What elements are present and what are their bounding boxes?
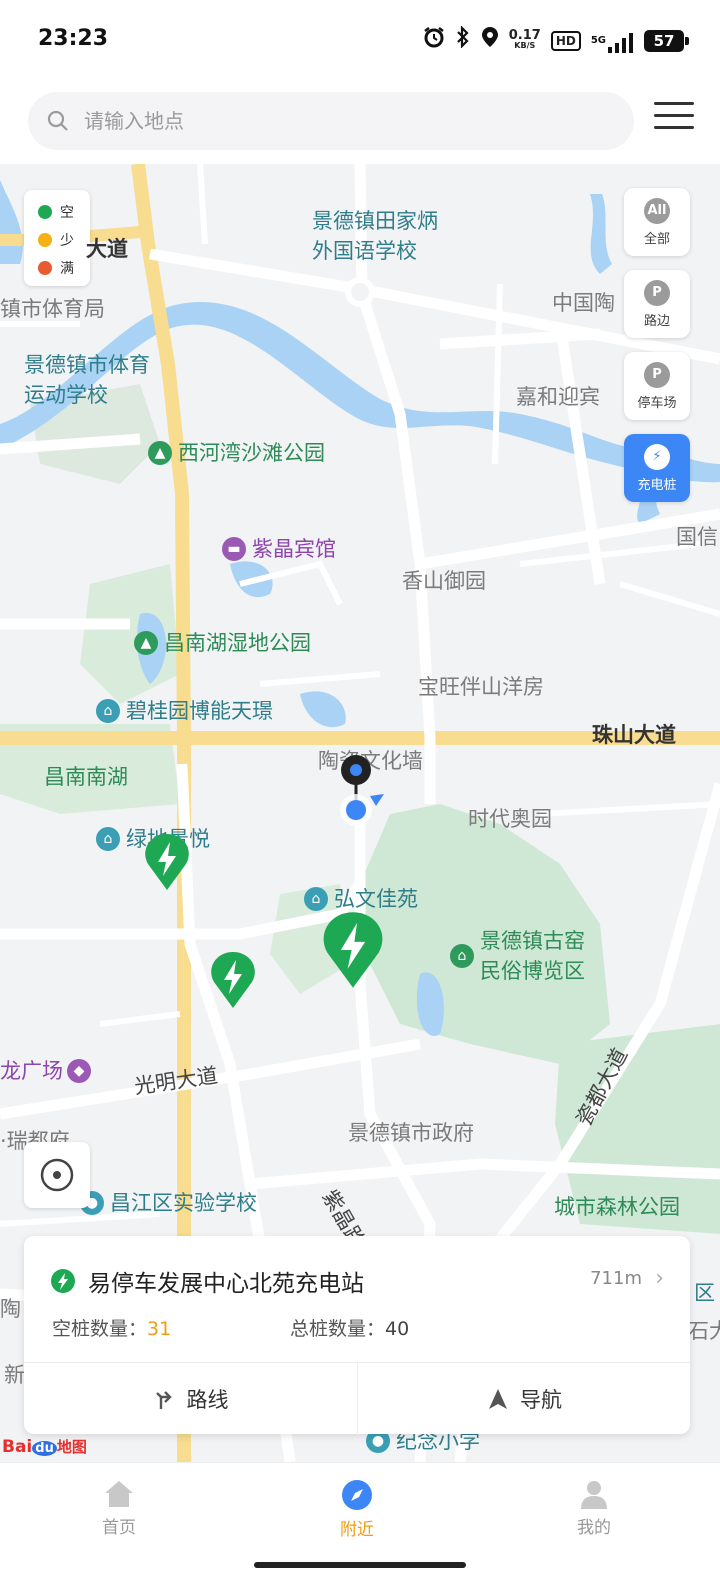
search-header [0, 80, 720, 164]
total-piles-stat: 总桩数量：40 [290, 1318, 410, 1340]
locate-icon [40, 1158, 74, 1192]
poi-biguiyuan[interactable]: ⌂ 碧桂园博能天璟 [96, 696, 273, 726]
menu-icon-bar [654, 102, 694, 105]
legend-dot-yellow [38, 233, 52, 247]
legend-item-few: 少 [38, 226, 90, 254]
profile-icon [581, 1481, 607, 1509]
poi-china-tao[interactable]: 中国陶 [552, 288, 615, 318]
bluetooth-icon [455, 25, 471, 55]
poi-changjiang-school[interactable]: ● 昌江区实验学校 [80, 1188, 257, 1218]
locate-me-button[interactable] [24, 1142, 90, 1208]
nav-nearby[interactable]: 附近 [297, 1479, 417, 1540]
residential-icon: ⌂ [96, 827, 120, 851]
charger-pin-small[interactable] [144, 832, 190, 892]
legend-item-empty: 空 [38, 198, 90, 226]
chevron-right-icon[interactable]: › [655, 1266, 664, 1291]
search-icon [47, 110, 68, 131]
current-location-icon [340, 755, 384, 826]
filter-roadside-button[interactable]: P 路边 [624, 270, 690, 338]
poi-folk-museum[interactable]: ⌂ 景德镇古窑 民俗博览区 [450, 926, 585, 986]
poi-qu-fragment[interactable]: 区 [694, 1278, 715, 1308]
filter-parking-lot-button[interactable]: P 停车场 [624, 352, 690, 420]
station-name: 易停车发展中心北苑充电站 [88, 1271, 364, 1297]
poi-tianjiabing-school[interactable]: 景德镇田家炳 外国语学校 [312, 206, 438, 266]
home-icon [105, 1481, 133, 1507]
poi-city-government[interactable]: 景德镇市政府 [348, 1118, 474, 1148]
alarm-icon [423, 26, 445, 55]
poi-shidai-aoyuan[interactable]: 时代奥园 [468, 804, 552, 834]
poi-long-plaza[interactable]: 龙广场 ◆ [0, 1056, 97, 1086]
shopping-icon: ◆ [67, 1059, 91, 1083]
poi-xihewan-park[interactable]: ▲ 西河湾沙滩公园 [148, 438, 325, 468]
park-icon: ▲ [134, 631, 158, 655]
status-icons: 0.17 KB/S HD 5G 57 [423, 25, 689, 55]
poi-forest-park[interactable]: 城市森林公园 [554, 1192, 680, 1222]
station-stats: 空桩数量：31 总桩数量：40 [52, 1314, 409, 1341]
station-info-card[interactable]: 易停车发展中心北苑充电站 711m › 空桩数量：31 总桩数量：40 路线 导… [24, 1236, 690, 1435]
status-time: 23:23 [38, 26, 109, 51]
poi-shida-fragment[interactable]: 石大 [688, 1316, 720, 1346]
baidu-map-logo: Bai du 地图 [2, 1437, 87, 1457]
filter-all-button[interactable]: All 全部 [624, 188, 690, 256]
poi-xiangshan-yuyuan[interactable]: 香山御园 [402, 566, 486, 596]
legend-dot-green [38, 205, 52, 219]
legend-item-full: 满 [38, 254, 90, 282]
free-piles-value: 31 [147, 1318, 172, 1340]
charger-icon: ⚡ [644, 443, 670, 470]
route-icon [155, 1391, 172, 1409]
road-label-dadao: 大道 [86, 237, 128, 261]
residential-icon: ⌂ [96, 699, 120, 723]
poi-tao-fragment[interactable]: 陶 [0, 1294, 21, 1324]
park-icon: ▲ [148, 441, 172, 465]
poi-xin-fragment[interactable]: 新 [4, 1360, 25, 1390]
battery-indicator: 57 [644, 29, 689, 52]
nav-home[interactable]: 首页 [59, 1479, 179, 1538]
legend-dot-red [38, 261, 52, 275]
museum-icon: ⌂ [450, 944, 474, 968]
all-icon: All [644, 197, 670, 224]
status-bar: 23:23 0.17 KB/S HD 5G 57 [0, 0, 720, 80]
card-actions: 路线 导航 [24, 1362, 690, 1435]
station-title-row: 易停车发展中心北苑充电站 [50, 1264, 364, 1298]
route-button[interactable]: 路线 [24, 1363, 357, 1435]
station-distance: 711m [590, 1268, 642, 1289]
charger-station-icon [51, 1269, 75, 1293]
hd-badge: HD [550, 30, 581, 51]
filter-charger-button[interactable]: ⚡ 充电桩 [624, 434, 690, 502]
net-speed: 0.17 KB/S [508, 27, 541, 50]
parking-icon: P [644, 279, 670, 306]
search-box[interactable] [28, 92, 634, 150]
total-piles-value: 40 [385, 1318, 410, 1340]
navigate-arrow-icon [489, 1389, 507, 1409]
poi-changnanhu-wetland[interactable]: ▲ 昌南湖湿地公园 [134, 628, 311, 658]
menu-icon-bar [654, 126, 694, 129]
poi-zijing-hotel[interactable]: ▬ 紫晶宾馆 [222, 534, 336, 564]
poi-jiahe-hotel[interactable]: 嘉和迎宾 [516, 382, 600, 412]
home-indicator[interactable] [254, 1562, 466, 1568]
nav-profile[interactable]: 我的 [534, 1479, 654, 1538]
compass-icon [342, 1480, 372, 1510]
road-label-zhushan: 珠山大道 [592, 723, 676, 747]
parking-lot-icon: P [644, 361, 670, 388]
navigate-button[interactable]: 导航 [357, 1363, 690, 1435]
poi-sports-school[interactable]: 景德镇市体育 运动学校 [24, 350, 150, 410]
availability-legend: 空 少 满 [24, 190, 90, 286]
poi-guoxin-fragment[interactable]: 国信 [676, 522, 718, 552]
charger-pin-small[interactable] [210, 950, 256, 1010]
signal-icon: 5G [591, 29, 634, 53]
charger-pin-selected[interactable] [322, 908, 384, 992]
search-input[interactable] [84, 92, 614, 150]
poi-sports-bureau[interactable]: 镇市体育局 [0, 294, 105, 324]
free-piles-stat: 空桩数量：31 [52, 1318, 172, 1340]
hotel-icon: ▬ [222, 537, 246, 561]
menu-button[interactable] [654, 102, 694, 142]
location-icon [481, 26, 499, 55]
menu-icon-bar [654, 114, 694, 117]
poi-baowang[interactable]: 宝旺伴山洋房 [418, 672, 544, 702]
poi-changnan-nanhu[interactable]: 昌南南湖 [44, 762, 128, 792]
